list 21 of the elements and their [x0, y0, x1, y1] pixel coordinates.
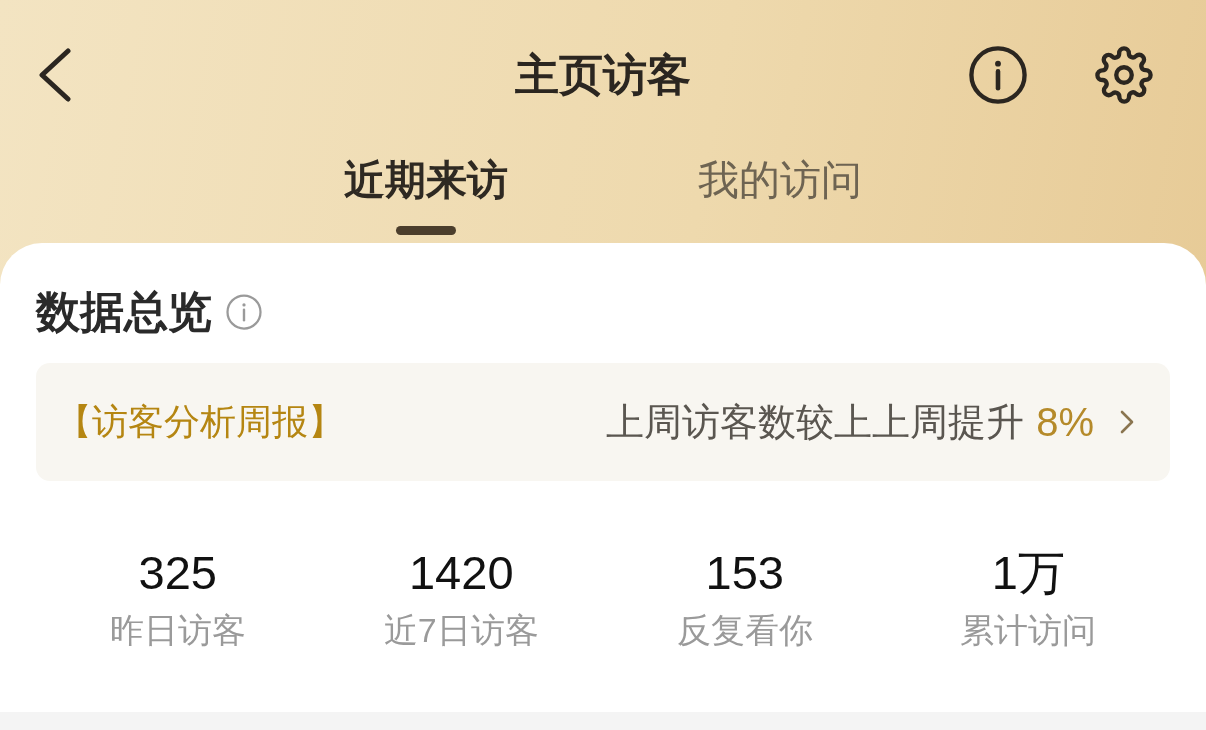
report-summary: 上周访客数较上上周提升 [606, 401, 1025, 443]
tab-underline [396, 226, 456, 235]
info-icon[interactable] [969, 46, 1027, 104]
stat-label: 近7日访客 [383, 611, 539, 649]
stat-label: 累计访问 [960, 611, 1097, 649]
stat-value: 1420 [408, 549, 514, 597]
stat-label: 反复看你 [676, 611, 813, 649]
tab[interactable]: 近期来访 [344, 158, 508, 202]
report-title: 【访客分析周报】 [56, 401, 344, 443]
back-icon[interactable] [37, 48, 71, 102]
page-title: 主页访客 [515, 49, 691, 101]
section-title: 数据总览 [36, 289, 212, 335]
settings-icon[interactable] [1095, 46, 1153, 104]
tab[interactable]: 我的访问 [698, 158, 862, 202]
stat-value: 1万 [991, 549, 1065, 597]
change-percent: 8% [1036, 401, 1094, 443]
stat-value: 153 [705, 549, 784, 597]
stat-label: 昨日访客 [109, 611, 246, 649]
stat-value: 325 [138, 549, 217, 597]
chevron-right-icon [1120, 410, 1134, 434]
weekly-report-banner[interactable]: 【访客分析周报】 上周访客数较上上周提升 8% [36, 363, 1170, 481]
